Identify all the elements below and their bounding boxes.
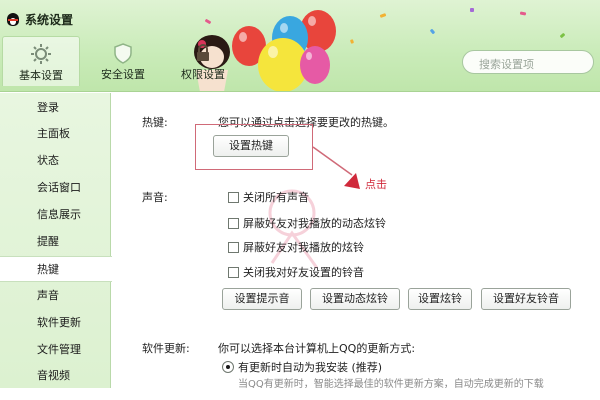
sidebar-item-status[interactable]: 状态 xyxy=(0,148,111,174)
settings-window: 系统设置 基本设置 安全设置 权限设置 搜索设置项 登录 主面板 状态 会话窗口… xyxy=(0,0,600,388)
tab-security-settings[interactable]: 安全设置 xyxy=(84,36,162,86)
checkbox[interactable] xyxy=(228,191,239,203)
sidebar-nav: 登录 主面板 状态 会话窗口 信息展示 提醒 热键 声音 软件更新 文件管理 音… xyxy=(0,93,112,389)
checkbox[interactable] xyxy=(228,217,239,229)
checkbox-disable-my-ringtone[interactable]: 关闭我对好友设置的铃音 xyxy=(228,264,364,280)
sidebar-item-hotkeys[interactable]: 热键 xyxy=(0,256,112,282)
tab-basic-settings[interactable]: 基本设置 xyxy=(2,36,80,86)
sidebar-item-sound[interactable]: 声音 xyxy=(0,283,111,309)
sidebar-item-login[interactable]: 登录 xyxy=(0,95,111,121)
lock-icon xyxy=(197,44,209,61)
checkbox-label: 屏蔽好友对我播放的动态炫铃 xyxy=(243,217,386,230)
checkbox[interactable] xyxy=(228,241,239,253)
checkbox-block-ringtone[interactable]: 屏蔽好友对我播放的炫铃 xyxy=(228,239,364,255)
set-alert-sound-button[interactable]: 设置提示音 xyxy=(222,288,302,310)
checkbox-label: 屏蔽好友对我播放的炫铃 xyxy=(243,241,364,254)
hotkey-section-label: 热键: xyxy=(142,116,168,129)
window-title-bar[interactable]: 系统设置 xyxy=(6,10,73,28)
confetti xyxy=(519,11,527,16)
header-banner: 系统设置 基本设置 安全设置 权限设置 搜索设置项 xyxy=(0,0,600,92)
annotation-highlight-box xyxy=(195,124,313,170)
tab-permission-settings[interactable]: 权限设置 xyxy=(164,36,242,86)
sidebar-item-chat-window[interactable]: 会话窗口 xyxy=(0,175,111,201)
sidebar-item-software-update[interactable]: 软件更新 xyxy=(0,310,111,336)
confetti xyxy=(470,8,474,12)
confetti xyxy=(379,13,387,18)
confetti xyxy=(429,28,436,35)
radio-button[interactable] xyxy=(222,361,234,373)
sound-section-label: 声音: xyxy=(142,191,168,204)
image-border xyxy=(0,388,600,400)
tab-label: 权限设置 xyxy=(181,68,225,81)
sidebar-item-reminders[interactable]: 提醒 xyxy=(0,229,111,255)
set-friend-ringtone-button[interactable]: 设置好友铃音 xyxy=(481,288,571,310)
search-input[interactable]: 搜索设置项 xyxy=(462,50,594,74)
update-description: 你可以选择本台计算机上QQ的更新方式: xyxy=(218,342,416,355)
confetti xyxy=(559,32,566,39)
shield-icon xyxy=(114,43,132,64)
qq-penguin-icon xyxy=(6,11,20,27)
update-option-note: 当QQ有更新时，智能选择最佳的软件更新方案，自动完成更新的下载 xyxy=(238,379,544,388)
confetti xyxy=(204,18,212,25)
confetti xyxy=(349,39,355,44)
set-dynamic-ringtone-button[interactable]: 设置动态炫铃 xyxy=(310,288,400,310)
tab-label: 安全设置 xyxy=(101,68,145,81)
sidebar-item-audio-video[interactable]: 音视频 xyxy=(0,363,111,389)
window-title: 系统设置 xyxy=(25,12,74,27)
radio-auto-install-updates[interactable]: 有更新时自动为我安装 (推荐) xyxy=(222,359,382,375)
update-section-label: 软件更新: xyxy=(142,342,190,355)
radio-label: 有更新时自动为我安装 (推荐) xyxy=(238,361,383,374)
sidebar-item-file-management[interactable]: 文件管理 xyxy=(0,337,111,363)
sidebar-item-info-display[interactable]: 信息展示 xyxy=(0,202,111,228)
checkbox-label: 关闭所有声音 xyxy=(243,191,309,204)
checkbox-block-dynamic-ringtone[interactable]: 屏蔽好友对我播放的动态炫铃 xyxy=(228,215,386,231)
checkbox-label: 关闭我对好友设置的铃音 xyxy=(243,266,364,279)
set-ringtone-button[interactable]: 设置炫铃 xyxy=(408,288,472,310)
balloon-graphic xyxy=(300,46,330,84)
settings-content: 热键: 您可以通过点击选择要更改的热键。 设置热键 声音: 关闭所有声音 屏蔽好… xyxy=(112,93,600,388)
checkbox[interactable] xyxy=(228,266,239,278)
checkbox-mute-all[interactable]: 关闭所有声音 xyxy=(228,189,309,205)
tab-label: 基本设置 xyxy=(19,69,63,82)
gear-icon xyxy=(31,44,51,64)
annotation-callout-label: 点击 xyxy=(365,178,387,191)
sidebar-item-main-panel[interactable]: 主面板 xyxy=(0,121,111,147)
